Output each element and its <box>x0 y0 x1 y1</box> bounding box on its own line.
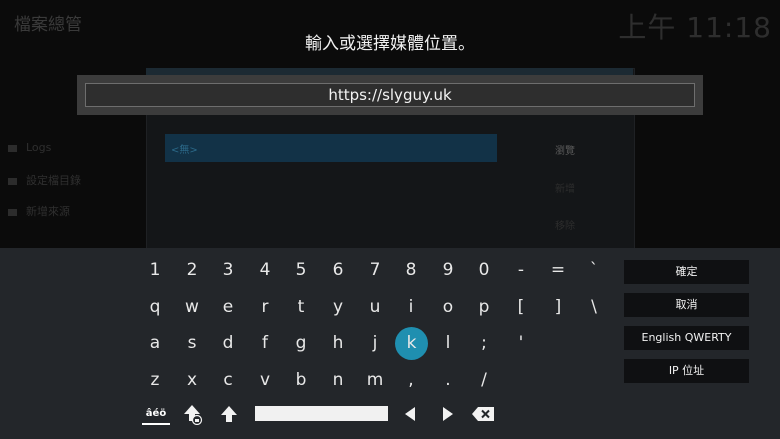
folder-icon <box>8 208 17 216</box>
key[interactable]: 7 <box>358 253 392 287</box>
key[interactable]: 0 <box>467 253 501 287</box>
key[interactable]: j <box>358 326 392 360</box>
key[interactable]: e <box>211 290 245 324</box>
space-bar[interactable] <box>255 406 388 421</box>
key[interactable]: t <box>284 290 318 324</box>
key[interactable]: h <box>321 326 355 360</box>
key[interactable]: 3 <box>211 253 245 287</box>
key[interactable]: u <box>358 290 392 324</box>
key[interactable]: z <box>138 363 172 397</box>
key[interactable]: 2 <box>175 253 209 287</box>
key[interactable]: r <box>248 290 282 324</box>
key[interactable]: - <box>504 253 538 287</box>
remove-button: 移除 <box>555 221 575 232</box>
sidebar-item-label: Logs <box>26 141 52 154</box>
key[interactable]: 1 <box>138 253 172 287</box>
sidebar-item-label: 設定檔目錄 <box>26 174 81 187</box>
key[interactable]: s <box>175 326 209 360</box>
background-row-label: <無> <box>171 145 198 156</box>
sidebar-item-profile-dir[interactable]: 設定檔目錄 <box>8 172 81 188</box>
key[interactable]: 9 <box>431 253 465 287</box>
url-input-value: https://slyguy.uk <box>328 86 452 104</box>
folder-icon <box>8 144 17 152</box>
sidebar-item-logs[interactable]: Logs <box>8 141 51 154</box>
key[interactable]: ; <box>467 326 501 360</box>
key[interactable]: w <box>175 290 209 324</box>
sidebar-item-label: 新增來源 <box>26 205 70 218</box>
key[interactable]: o <box>431 290 465 324</box>
arrow-right-icon[interactable] <box>431 397 465 431</box>
layout-button[interactable]: English QWERTY <box>624 326 749 350</box>
ip-address-button[interactable]: IP 位址 <box>624 359 749 383</box>
key[interactable]: b <box>284 363 318 397</box>
key[interactable]: g <box>284 326 318 360</box>
key[interactable]: ` <box>577 253 611 287</box>
browse-button: 瀏覽 <box>555 146 575 157</box>
key-selected[interactable]: k <box>395 327 428 360</box>
key[interactable]: / <box>467 363 501 397</box>
add-button: 新增 <box>555 184 575 195</box>
confirm-button[interactable]: 確定 <box>624 260 749 284</box>
arrow-left-icon[interactable] <box>393 397 427 431</box>
key[interactable]: 4 <box>248 253 282 287</box>
dialog-heading: 輸入或選擇媒體位置。 <box>305 34 475 54</box>
key[interactable]: p <box>467 290 501 324</box>
key[interactable]: a <box>138 326 172 360</box>
backspace-icon[interactable] <box>466 397 500 431</box>
cancel-button[interactable]: 取消 <box>624 293 749 317</box>
key[interactable]: f <box>248 326 282 360</box>
key[interactable]: i <box>394 290 428 324</box>
key[interactable]: ' <box>504 326 538 360</box>
shift-icon[interactable] <box>212 397 246 431</box>
key[interactable]: 8 <box>394 253 428 287</box>
url-input[interactable]: https://slyguy.uk <box>85 83 695 107</box>
accent-key[interactable]: âéö <box>142 405 170 425</box>
key[interactable]: y <box>321 290 355 324</box>
key[interactable]: ] <box>541 290 575 324</box>
sidebar-item-add-source[interactable]: 新增來源 <box>8 203 70 219</box>
key[interactable]: x <box>175 363 209 397</box>
key[interactable]: n <box>321 363 355 397</box>
key[interactable]: c <box>211 363 245 397</box>
key[interactable]: l <box>431 326 465 360</box>
key[interactable]: d <box>211 326 245 360</box>
key[interactable]: = <box>541 253 575 287</box>
key[interactable]: , <box>394 363 428 397</box>
shift-lock-icon[interactable] <box>175 397 209 431</box>
key[interactable]: \ <box>577 290 611 324</box>
key[interactable]: 6 <box>321 253 355 287</box>
key[interactable]: [ <box>504 290 538 324</box>
key[interactable]: v <box>248 363 282 397</box>
key[interactable]: 5 <box>284 253 318 287</box>
key[interactable]: . <box>431 363 465 397</box>
key[interactable]: m <box>358 363 392 397</box>
key[interactable]: q <box>138 290 172 324</box>
background-selected-row: <無> <box>165 134 497 162</box>
folder-icon <box>8 177 17 185</box>
